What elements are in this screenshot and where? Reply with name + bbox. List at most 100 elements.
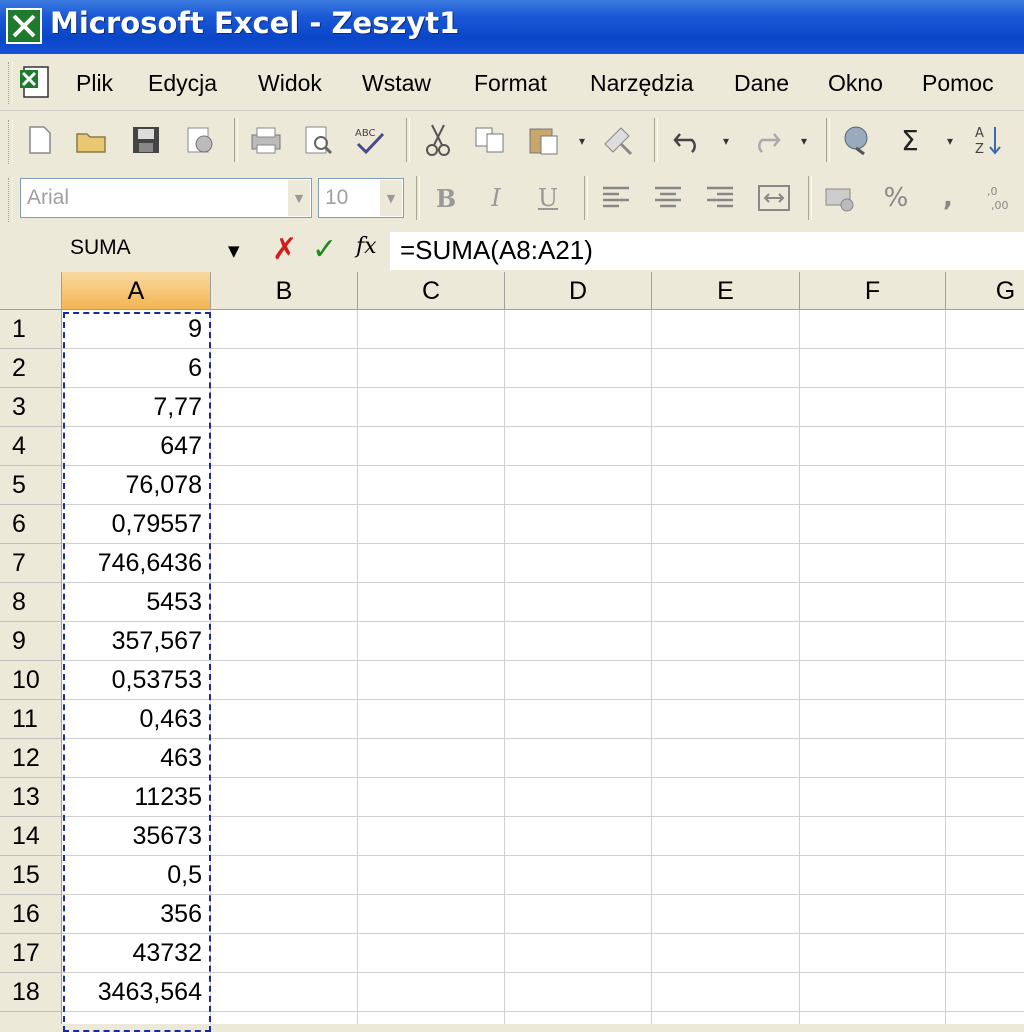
cell-f16[interactable]	[800, 895, 946, 934]
cell-c4[interactable]	[358, 427, 505, 466]
row-header[interactable]	[0, 1012, 62, 1024]
cell-a3[interactable]: 7,77	[62, 388, 211, 427]
enter-check-icon[interactable]: ✓	[312, 232, 337, 267]
cell-c18[interactable]	[358, 973, 505, 1012]
cell-a8[interactable]: 5453	[62, 583, 211, 622]
cell-partial[interactable]	[358, 1012, 505, 1024]
cell-d5[interactable]	[505, 466, 652, 505]
cell-d12[interactable]	[505, 739, 652, 778]
cell-g8[interactable]	[946, 583, 1024, 622]
column-header-d[interactable]: D	[505, 272, 652, 310]
cell-partial[interactable]	[800, 1012, 946, 1024]
cell-a13[interactable]: 11235	[62, 778, 211, 817]
cell-e16[interactable]	[652, 895, 800, 934]
menu-widok[interactable]: Widok	[258, 70, 322, 97]
open-folder-icon[interactable]	[74, 122, 110, 158]
font-name-combo[interactable]: Arial ▼	[20, 178, 312, 218]
undo-dropdown-icon[interactable]: ▾	[720, 134, 732, 148]
cell-a1[interactable]: 9	[62, 310, 211, 349]
cell-a6[interactable]: 0,79557	[62, 505, 211, 544]
cell-d1[interactable]	[505, 310, 652, 349]
cell-g11[interactable]	[946, 700, 1024, 739]
row-header[interactable]: 8	[0, 583, 62, 622]
cell-b12[interactable]	[211, 739, 358, 778]
cell-d8[interactable]	[505, 583, 652, 622]
row-header[interactable]: 9	[0, 622, 62, 661]
formatting-toolbar-grip[interactable]	[8, 178, 13, 222]
cell-c8[interactable]	[358, 583, 505, 622]
cell-b3[interactable]	[211, 388, 358, 427]
cell-b13[interactable]	[211, 778, 358, 817]
cell-g2[interactable]	[946, 349, 1024, 388]
cell-d11[interactable]	[505, 700, 652, 739]
merge-center-icon[interactable]	[756, 180, 792, 216]
row-header[interactable]: 14	[0, 817, 62, 856]
row-header[interactable]: 7	[0, 544, 62, 583]
cell-g15[interactable]	[946, 856, 1024, 895]
row-header[interactable]: 10	[0, 661, 62, 700]
cell-f2[interactable]	[800, 349, 946, 388]
cell-a17[interactable]: 43732	[62, 934, 211, 973]
menu-dane[interactable]: Dane	[734, 70, 789, 97]
row-header[interactable]: 5	[0, 466, 62, 505]
cell-a7[interactable]: 746,6436	[62, 544, 211, 583]
row-header[interactable]: 12	[0, 739, 62, 778]
cell-e13[interactable]	[652, 778, 800, 817]
cell-d17[interactable]	[505, 934, 652, 973]
cell-e11[interactable]	[652, 700, 800, 739]
cell-f4[interactable]	[800, 427, 946, 466]
workbook-icon[interactable]	[18, 64, 54, 100]
row-header[interactable]: 11	[0, 700, 62, 739]
cell-d7[interactable]	[505, 544, 652, 583]
cell-a10[interactable]: 0,53753	[62, 661, 211, 700]
name-box-dropdown-icon[interactable]: ▼	[228, 242, 240, 260]
cell-g10[interactable]	[946, 661, 1024, 700]
cell-e15[interactable]	[652, 856, 800, 895]
font-size-combo[interactable]: 10 ▼	[318, 178, 404, 218]
cell-partial[interactable]	[505, 1012, 652, 1024]
cell-f11[interactable]	[800, 700, 946, 739]
cell-c2[interactable]	[358, 349, 505, 388]
cell-b11[interactable]	[211, 700, 358, 739]
cell-a16[interactable]: 356	[62, 895, 211, 934]
cell-e17[interactable]	[652, 934, 800, 973]
align-right-icon[interactable]	[702, 180, 738, 216]
cell-a15[interactable]: 0,5	[62, 856, 211, 895]
cell-c16[interactable]	[358, 895, 505, 934]
name-box[interactable]: SUMA	[70, 236, 131, 260]
cell-e9[interactable]	[652, 622, 800, 661]
cell-d4[interactable]	[505, 427, 652, 466]
cell-d10[interactable]	[505, 661, 652, 700]
underline-icon[interactable]: U	[530, 180, 566, 216]
cell-f18[interactable]	[800, 973, 946, 1012]
comma-style-icon[interactable]: ,	[930, 180, 966, 216]
cell-g18[interactable]	[946, 973, 1024, 1012]
cell-e18[interactable]	[652, 973, 800, 1012]
chevron-down-icon[interactable]: ▼	[288, 180, 310, 216]
title-bar[interactable]: Microsoft Excel - Zeszyt1	[0, 0, 1024, 54]
cell-c14[interactable]	[358, 817, 505, 856]
menu-plik[interactable]: Plik	[76, 70, 113, 97]
paste-dropdown-icon[interactable]: ▾	[576, 134, 588, 148]
cell-partial[interactable]	[946, 1012, 1024, 1024]
autosum-icon[interactable]: Σ	[892, 122, 928, 158]
increase-decimal-icon[interactable]: ,0,00	[982, 180, 1018, 216]
cell-c10[interactable]	[358, 661, 505, 700]
cell-e3[interactable]	[652, 388, 800, 427]
row-header[interactable]: 3	[0, 388, 62, 427]
menu-pomoc[interactable]: Pomoc	[922, 70, 994, 97]
cell-e6[interactable]	[652, 505, 800, 544]
cell-g13[interactable]	[946, 778, 1024, 817]
align-left-icon[interactable]	[598, 180, 634, 216]
cell-c11[interactable]	[358, 700, 505, 739]
cell-f1[interactable]	[800, 310, 946, 349]
cell-b9[interactable]	[211, 622, 358, 661]
column-header-e[interactable]: E	[652, 272, 800, 310]
cut-icon[interactable]	[420, 122, 456, 158]
menu-okno[interactable]: Okno	[828, 70, 883, 97]
cell-f5[interactable]	[800, 466, 946, 505]
new-document-icon[interactable]	[22, 122, 58, 158]
cell-f12[interactable]	[800, 739, 946, 778]
print-icon[interactable]	[248, 122, 284, 158]
row-header[interactable]: 1	[0, 310, 62, 349]
